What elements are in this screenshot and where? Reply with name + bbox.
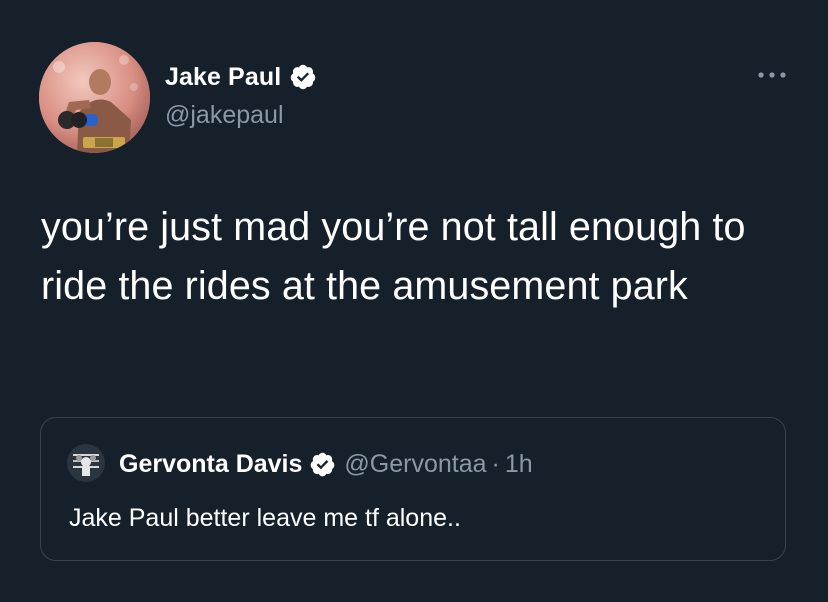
quote-text: Jake Paul better leave me tf alone.. — [69, 504, 461, 532]
author-avatar[interactable] — [39, 42, 150, 153]
quote-timestamp[interactable]: 1h — [505, 450, 533, 479]
tweet-card: Jake Paul @jakepaul you’re just mad you’… — [0, 0, 828, 602]
author-handle[interactable]: @jakepaul — [165, 101, 284, 130]
quote-header: Gervonta Davis @Gervontaa · 1h — [119, 447, 533, 481]
quote-separator: · — [491, 449, 500, 478]
quote-author-avatar[interactable] — [67, 444, 105, 482]
quote-author-handle[interactable]: @Gervontaa — [344, 450, 486, 479]
quoted-tweet[interactable]: Gervonta Davis @Gervontaa · 1h Jake Paul… — [40, 417, 786, 561]
author-name-row: Jake Paul — [165, 60, 317, 94]
more-options-icon — [758, 72, 786, 78]
tweet-text: you’re just mad you’re not tall enough t… — [41, 205, 746, 308]
quote-verified-badge-icon — [309, 451, 336, 478]
quote-author-name[interactable]: Gervonta Davis — [119, 450, 302, 479]
quote-avatar-photo — [67, 444, 105, 482]
avatar-photo — [39, 42, 150, 153]
author-name[interactable]: Jake Paul — [165, 63, 281, 92]
verified-badge-icon — [289, 63, 317, 91]
more-options-button[interactable] — [755, 64, 789, 86]
